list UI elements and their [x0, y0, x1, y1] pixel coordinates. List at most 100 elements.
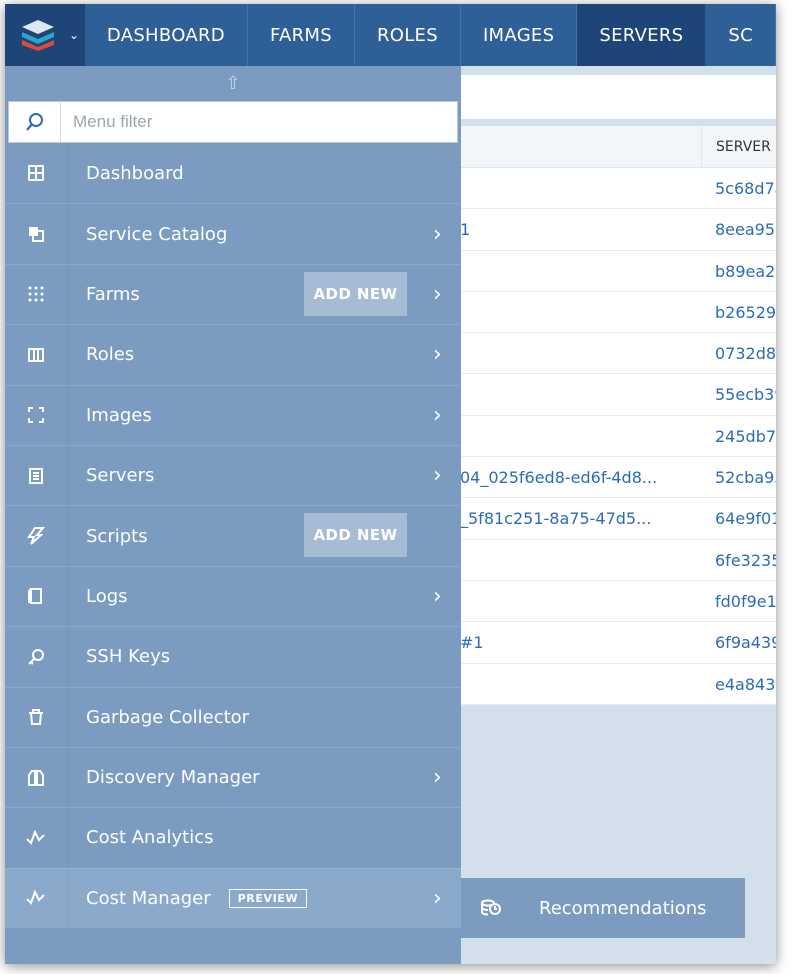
tab-images[interactable]: IMAGES: [461, 4, 578, 66]
menu-item-garbage-collector[interactable]: Garbage Collector: [5, 686, 461, 747]
table-row[interactable]: 1 8eea956: [460, 209, 776, 251]
menu-item-logs[interactable]: Logs ›: [5, 565, 461, 627]
lightning-icon: [5, 506, 68, 566]
menu-item-label: Discovery Manager: [86, 767, 260, 789]
server-name-link[interactable]: 04_025f6ed8-ed6f-4d8...: [460, 457, 657, 497]
menu-item-label: Roles: [86, 344, 135, 366]
menu-item-servers[interactable]: Servers ›: [5, 444, 461, 506]
menu-item-scripts[interactable]: Scripts ADD NEW: [5, 505, 461, 566]
analytics-icon: [5, 868, 68, 929]
table-row[interactable]: 245db72: [460, 415, 776, 458]
menu-item-dashboard[interactable]: Dashboard: [5, 143, 461, 204]
menu-item-label: Garbage Collector: [86, 706, 250, 728]
menu-item-label: Scripts: [86, 525, 148, 547]
add-new-scripts-button[interactable]: ADD NEW: [304, 513, 407, 558]
menu-filter: [8, 101, 458, 143]
table-row[interactable]: 6fe3235: [460, 539, 776, 581]
column-header-server-id[interactable]: SERVER ID: [701, 126, 776, 168]
roles-icon: [5, 325, 68, 385]
menu-item-farms[interactable]: Farms ADD NEW ›: [5, 263, 461, 325]
menu-item-cost-manager[interactable]: Cost Manager PREVIEW ›: [5, 867, 461, 929]
menu-item-cost-analytics[interactable]: Cost Analytics: [5, 807, 461, 868]
server-id-link[interactable]: 8eea956: [701, 209, 776, 249]
coins-icon: [461, 898, 521, 918]
search-icon: [9, 102, 61, 142]
menu-item-roles[interactable]: Roles ›: [5, 324, 461, 385]
menu-item-label: Service Catalog: [86, 223, 228, 245]
servers-table: 5c68d7a 1 8eea956b89ea26b26529e0732d8055ec…: [460, 168, 776, 705]
chevron-right-icon: ›: [433, 342, 442, 368]
server-id-link[interactable]: 6f9a439: [701, 622, 776, 662]
server-id-link[interactable]: 55ecb39: [701, 374, 776, 414]
server-id-link[interactable]: 52cba93: [701, 457, 776, 497]
tab-servers[interactable]: SERVERS: [577, 4, 707, 66]
menu-item-images[interactable]: Images ›: [5, 384, 461, 445]
server-id-link[interactable]: 0732d80: [701, 333, 776, 373]
server-id-link[interactable]: 6fe3235: [701, 540, 776, 580]
servers-search-bar[interactable]: [460, 75, 776, 119]
table-row[interactable]: 5c68d7a: [460, 168, 776, 210]
analytics-icon: [5, 808, 68, 868]
server-id-link[interactable]: 245db72: [701, 416, 776, 456]
add-new-farms-button[interactable]: ADD NEW: [304, 271, 407, 316]
brackets-icon: [5, 385, 68, 445]
catalog-icon: [5, 204, 68, 264]
menu-item-ssh-keys[interactable]: SSH Keys: [5, 626, 461, 687]
chevron-right-icon: ›: [433, 885, 442, 911]
main-menu: ⇧ Dashboard Service Catalog › Farms ADD NEW ›…: [5, 66, 461, 964]
dots-grid-icon: [5, 264, 68, 325]
chevron-right-icon: ›: [433, 583, 442, 609]
trash-icon: [5, 687, 68, 747]
server-id-link[interactable]: b26529e: [701, 292, 776, 332]
table-row[interactable]: b26529e: [460, 291, 776, 334]
menu-item-label: SSH Keys: [86, 646, 171, 668]
menu-item-label: Servers: [86, 465, 155, 487]
table-header: SERVER ID: [460, 126, 776, 168]
tab-farms[interactable]: FARMS: [248, 4, 355, 66]
menu-item-service-catalog[interactable]: Service Catalog ›: [5, 203, 461, 264]
menu-item-discovery-manager[interactable]: Discovery Manager ›: [5, 746, 461, 808]
tab-roles[interactable]: ROLES: [355, 4, 461, 66]
grid-icon: [5, 143, 68, 204]
chevron-right-icon: ›: [433, 281, 442, 307]
menu-item-label: Images: [86, 404, 152, 426]
table-row[interactable]: 0732d80: [460, 333, 776, 375]
server-name-link[interactable]: #1: [460, 622, 484, 662]
scroll-up-arrow-icon[interactable]: ⇧: [5, 66, 461, 101]
table-row[interactable]: e4a843c: [460, 663, 776, 705]
logo-icon: [22, 20, 54, 51]
server-name-link[interactable]: _5f81c251-8a75-47d5...: [460, 498, 651, 538]
tab-dashboard[interactable]: DASHBOARD: [85, 4, 248, 66]
table-row[interactable]: fd0f9e19: [460, 580, 776, 623]
top-nav: ⌄ DASHBOARD FARMS ROLES IMAGES SERVERS S…: [5, 4, 776, 66]
submenu-label: Recommendations: [539, 897, 707, 919]
server-id-link[interactable]: fd0f9e19: [701, 581, 776, 621]
tab-scripts[interactable]: SC: [706, 4, 776, 66]
server-name-link[interactable]: 1: [460, 209, 470, 249]
chevron-right-icon: ›: [433, 221, 442, 247]
menu-filter-input[interactable]: [61, 112, 441, 132]
logs-icon: [5, 566, 68, 627]
menu-item-label: Logs: [86, 585, 128, 607]
app-menu-button[interactable]: ⌄: [5, 4, 85, 66]
menu-item-label: Cost Analytics: [86, 827, 214, 849]
binoculars-icon: [5, 747, 68, 808]
submenu-recommendations[interactable]: Recommendations: [461, 878, 745, 938]
table-row[interactable]: _5f81c251-8a75-47d5... 64e9f01: [460, 498, 776, 540]
menu-item-label: Farms: [86, 283, 140, 305]
server-id-link[interactable]: b89ea26: [701, 251, 776, 291]
menu-item-label: Dashboard: [86, 162, 184, 184]
table-row[interactable]: 04_025f6ed8-ed6f-4d8... 52cba93: [460, 457, 776, 499]
server-id-link[interactable]: e4a843c: [701, 664, 776, 704]
key-icon: [5, 627, 68, 687]
table-row[interactable]: 55ecb39: [460, 374, 776, 416]
chevron-right-icon: ›: [433, 463, 442, 489]
chevron-right-icon: ›: [433, 765, 442, 791]
server-icon: [5, 445, 68, 506]
preview-badge: PREVIEW: [228, 889, 308, 909]
menu-item-label: Cost Manager PREVIEW: [68, 888, 308, 909]
server-id-link[interactable]: 5c68d7a: [701, 168, 776, 208]
table-row[interactable]: #1 6f9a439: [460, 622, 776, 664]
table-row[interactable]: b89ea26: [460, 250, 776, 292]
server-id-link[interactable]: 64e9f01: [701, 498, 776, 538]
